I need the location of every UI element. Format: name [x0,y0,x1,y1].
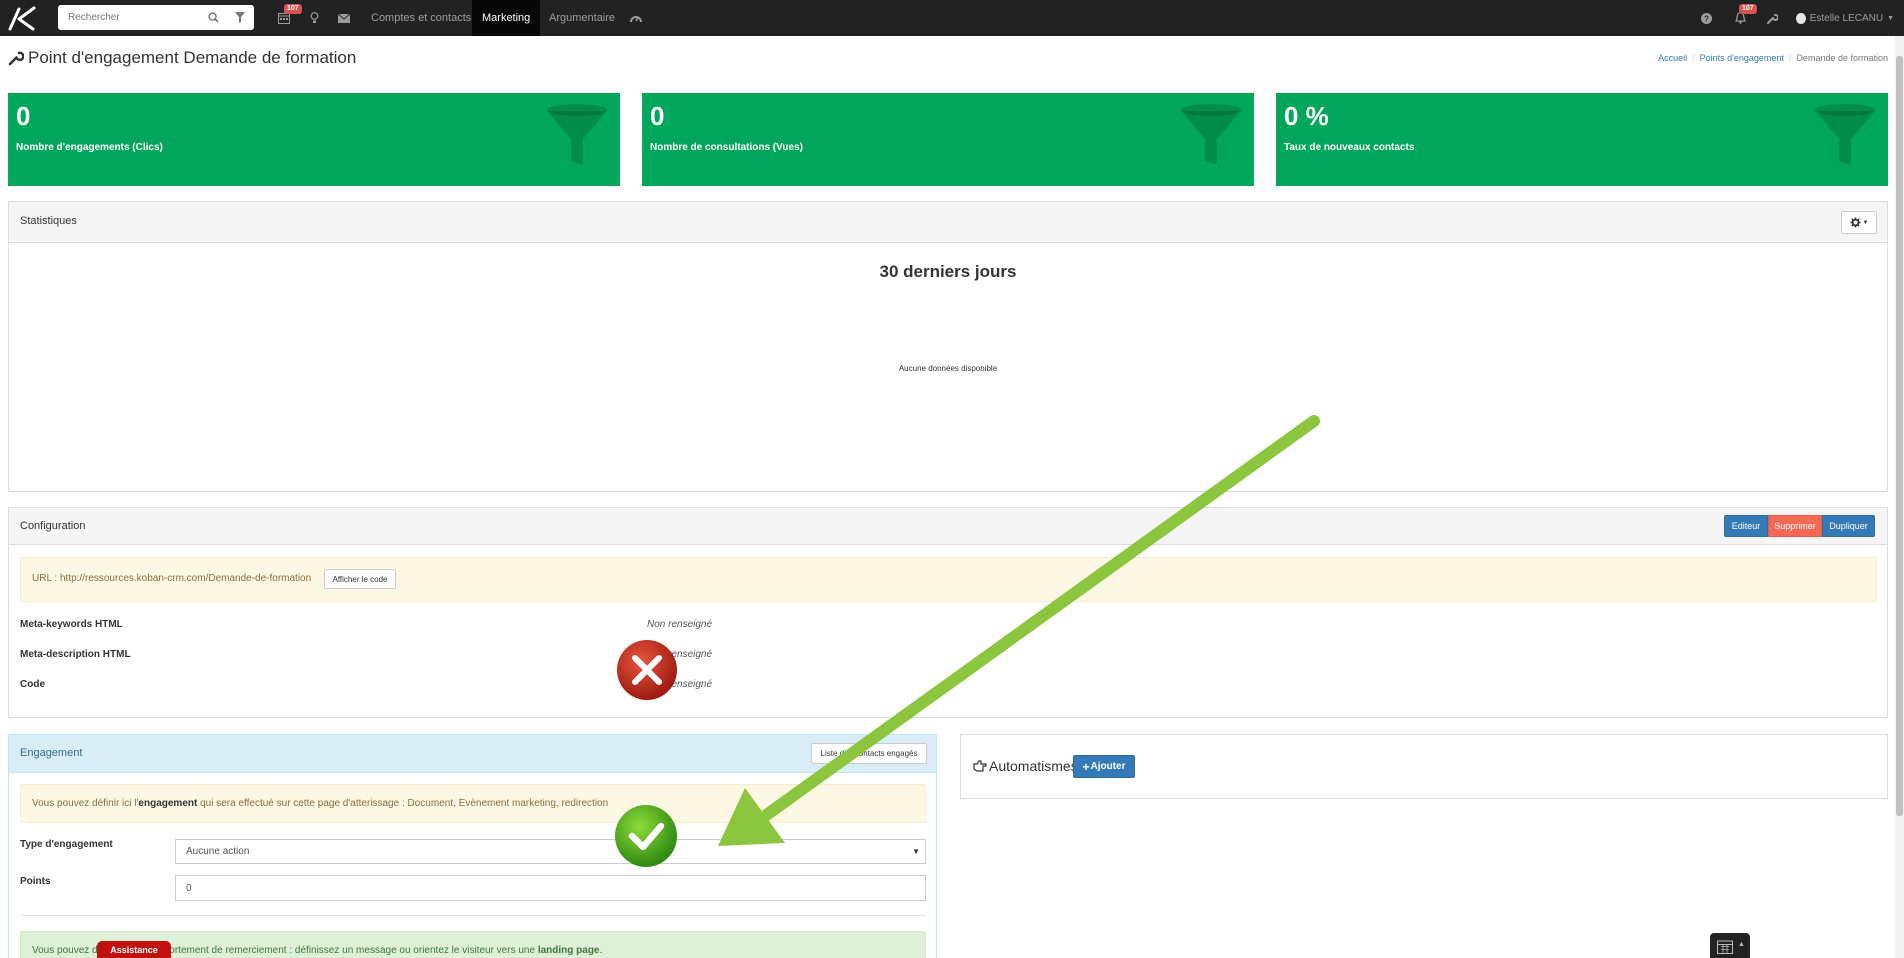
code-value: Non renseigné [647,679,713,690]
funnel-icon [1181,104,1241,165]
lightbulb-icon [310,12,318,23]
automatismes-panel: Automatismes + Ajouter [960,734,1888,799]
meta-description-value: Non renseigné [647,649,713,660]
engaged-contacts-list-button[interactable]: Liste des contacts engagés [811,743,927,764]
stat-value: 0 % [1284,101,1329,131]
notifications-badge: 107 [1739,4,1757,14]
stat-box-engagements: 0 Nombre d'engagements (Clics) [8,93,620,186]
chart-title: 30 derniers jours [879,262,1017,281]
nav-link-comptes[interactable]: Comptes et contacts [361,0,481,36]
funnel-icon [1815,104,1875,165]
calendar-badge: 107 [284,4,302,14]
dashboard-nav[interactable] [626,0,646,36]
panel-heading: Statistiques ▼ [9,202,1887,243]
user-name: Estelle LECANU [1809,12,1884,24]
search-icon[interactable] [208,12,219,23]
breadcrumb: Accueil / Points d'engagement / Demande de f… [1658,53,1888,63]
chevron-up-icon: ▲ [1738,941,1745,948]
search-box [58,5,254,30]
user-avatar [1796,12,1806,24]
calendar-nav[interactable]: 107 [272,0,302,36]
code-label: Code [20,679,45,690]
wrench-icon [1766,13,1778,24]
breadcrumb-home[interactable]: Accueil [1658,53,1687,63]
engagement-panel: Engagement Liste des contacts engagés Vo… [8,734,937,958]
stat-box-new-contacts: 0 % Taux de nouveaux contacts [1276,93,1888,186]
chevron-down-icon: ▼ [1887,14,1894,22]
breadcrumb-current: Demande de formation [1796,53,1888,63]
funnel-icon [547,104,607,165]
panel-title: Configuration [20,520,86,532]
delete-button[interactable]: Supprimer [1768,515,1822,537]
stat-label: Taux de nouveaux contacts [1284,142,1415,153]
engagement-info-text: Vous pouvez définir ici l'engagement qui… [32,798,609,809]
stat-value: 0 [650,101,665,131]
meta-keywords-label: Meta-keywords HTML [20,619,123,630]
points-input[interactable] [175,875,926,901]
scrollbar-thumb[interactable] [1896,56,1903,816]
settings-nav[interactable] [1763,0,1781,36]
page-title: Point d'engagement Demande de formation [8,48,356,68]
caret-down-icon: ▼ [1862,219,1869,226]
svg-text:?: ? [1704,14,1709,23]
assistance-label: Assistance [110,945,158,955]
page-title-text: Point d'engagement Demande de formation [28,48,357,67]
meta-keywords-value: Non renseigné [647,619,713,630]
stat-box-views: 0 Nombre de consultations (Vues) [642,93,1254,186]
hand-point-right-icon [973,760,987,772]
automatismes-title: Automatismes [989,758,1078,774]
configuration-panel: Configuration Editeur Supprimer Duplique… [8,507,1888,718]
settings-dropdown-button[interactable]: ▼ [1841,211,1877,234]
divider [20,915,926,916]
panel-title: Statistiques [20,215,77,227]
stat-label: Nombre de consultations (Vues) [650,142,803,153]
stat-value: 0 [16,101,31,131]
url-alert: URL : http://ressources.koban-crm.com/De… [20,557,1877,602]
wrench-icon [8,51,24,66]
url-text: URL : http://ressources.koban-crm.com/De… [32,573,312,584]
points-label: Points [20,876,51,887]
koban-logo-icon[interactable] [7,5,37,31]
help-nav[interactable]: ? [1697,0,1715,36]
stat-label: Nombre d'engagements (Clics) [16,142,163,153]
select-arrow-icon: ▼ [912,847,920,856]
envelope-icon [338,13,350,23]
notifications-nav[interactable]: 107 [1728,0,1757,36]
help-icon: ? [1700,12,1712,24]
vertical-scrollbar[interactable] [1895,36,1904,958]
mail-nav[interactable] [334,0,354,36]
plus-icon: + [1082,759,1090,774]
panel-title: Engagement [20,747,83,759]
editor-button[interactable]: Editeur [1724,515,1768,537]
chart-no-data: Aucune données disponible [898,364,998,373]
calendar-icon [1717,940,1733,954]
show-code-button[interactable]: Afficher le code [324,569,396,589]
top-navbar: 107 Comptes et contacts Marketing Argume… [0,0,1904,36]
calendar-widget-button[interactable]: ▲ [1710,933,1750,958]
engagement-type-select[interactable]: Aucune action ▼ [175,839,926,864]
duplicate-button[interactable]: Dupliquer [1822,515,1875,537]
gear-icon [1849,217,1861,228]
nav-link-argumentaire[interactable]: Argumentaire [539,0,625,36]
search-input[interactable] [58,5,208,30]
panel-heading: Engagement Liste des contacts engagés [9,735,936,773]
lightbulb-nav[interactable] [304,0,324,36]
statistics-panel: Statistiques ▼ 30 derniers jours Aucune … [8,201,1888,492]
filter-icon[interactable] [235,12,245,23]
meta-description-label: Meta-description HTML [20,649,131,660]
engagement-type-label: Type d'engagement [20,839,113,850]
user-menu[interactable]: Estelle LECANU ▼ [1796,0,1894,36]
dashboard-icon [630,16,642,23]
nav-link-marketing[interactable]: Marketing [472,0,541,36]
add-automation-button[interactable]: + Ajouter [1073,755,1135,778]
engagement-info-alert: Vous pouvez définir ici l'engagement qui… [20,784,926,823]
breadcrumb-engagement-points[interactable]: Points d'engagement [1700,53,1784,63]
panel-heading: Configuration Editeur Supprimer Duplique… [9,508,1887,545]
assistance-tab[interactable]: Assistance [97,941,171,958]
